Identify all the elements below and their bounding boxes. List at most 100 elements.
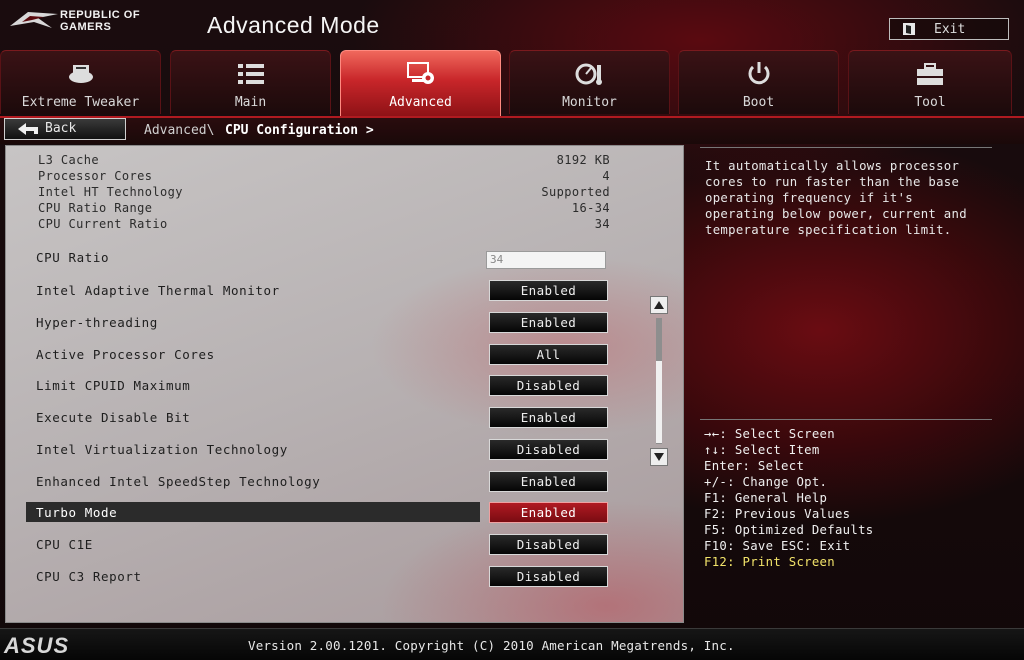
setting-label: Hyper-threading [36,315,158,330]
setting-label: CPU C1E [36,537,93,552]
tab-main[interactable]: Main [170,50,331,114]
tab-monitor[interactable]: Monitor [509,50,670,114]
info-row-cpu-current-ratio: CPU Current Ratio 34 [38,217,610,233]
key-hint: F2: Previous Values [704,507,851,521]
info-label: CPU Ratio Range [38,201,153,215]
setting-row: Limit CPUID Maximum Disabled [26,375,608,397]
triangle-down-icon [654,453,664,461]
setting-row: Enhanced Intel SpeedStep Technology Enab… [26,471,608,493]
setting-row: Execute Disable Bit Enabled [26,407,608,429]
tab-label: Boot [742,95,775,110]
key-hint: Enter: Select [704,459,805,473]
toolbox-icon [917,63,943,85]
brand-line-1: REPUBLIC OF [60,9,141,21]
key-hint: +/-: Change Opt. [704,475,828,489]
cpu-ratio-input[interactable]: 34 [486,251,606,269]
exit-door-icon [903,23,915,35]
setting-value-button[interactable]: Disabled [489,566,608,587]
setting-value-button[interactable]: Disabled [489,439,608,460]
page-title: Advanced Mode [207,12,380,38]
info-row-processor-cores: Processor Cores 4 [38,169,610,185]
setting-label: Enhanced Intel SpeedStep Technology [36,474,321,489]
setting-value-button[interactable]: Enabled [489,280,608,301]
key-hint-print-screen: F12: Print Screen [704,555,835,569]
tab-label: Monitor [562,95,617,110]
settings-panel: L3 Cache 8192 KB Processor Cores 4 Intel… [5,145,684,623]
setting-row: Active Processor Cores All [26,344,608,366]
advanced-settings-icon [406,62,434,84]
header-bar: REPUBLIC OF GAMERS Advanced Mode Exit [0,0,1024,46]
key-hint: →←: Select Screen [704,427,835,441]
tab-extreme-tweaker[interactable]: Extreme Tweaker [0,50,161,114]
info-label: Intel HT Technology [38,185,183,199]
help-panel: It automatically allows processor cores … [686,145,1008,623]
setting-value-button[interactable]: Enabled [489,471,608,492]
info-value: 4 [602,169,610,183]
setting-label: CPU C3 Report [36,569,142,584]
back-button[interactable]: Back [4,118,126,140]
info-label: L3 Cache [38,153,99,167]
setting-value-button[interactable]: Disabled [489,534,608,555]
tab-advanced[interactable]: Advanced [340,50,501,116]
info-label: Processor Cores [38,169,153,183]
tab-label: Advanced [389,95,452,110]
breadcrumb-current: CPU Configuration > [225,123,374,138]
setting-row: CPU C3 Report Disabled [26,566,608,588]
setting-row-selected[interactable]: Turbo Mode Enabled [26,502,608,524]
key-hint: F10: Save ESC: Exit [704,539,851,553]
back-label: Back [45,121,77,136]
asus-logo: ASUS [4,633,70,658]
setting-label: CPU Ratio [36,250,110,265]
info-value: 8192 KB [556,153,610,167]
setting-value-button[interactable]: Enabled [489,312,608,333]
setting-row: Intel Adaptive Thermal Monitor Enabled [26,280,608,302]
brand-line-2: GAMERS [60,21,112,33]
scrollbar-thumb[interactable] [656,361,662,443]
extreme-tweaker-icon [68,65,93,83]
info-value: 34 [594,217,610,231]
tab-label: Tool [914,95,946,110]
tab-tool[interactable]: Tool [848,50,1012,114]
key-hint: ↑↓: Select Item [704,443,820,457]
setting-label: Limit CPUID Maximum [36,378,191,393]
list-icon [237,64,264,84]
tab-boot[interactable]: Boot [678,50,839,114]
setting-label: Intel Virtualization Technology [36,442,288,457]
breadcrumb: Back Advanced\ CPU Configuration > [0,116,1024,144]
setting-label: Turbo Mode [36,505,118,520]
footer-bar: ASUS Version 2.00.1201. Copyright (C) 20… [0,628,1024,660]
version-text: Version 2.00.1201. Copyright (C) 2010 Am… [248,638,735,653]
breadcrumb-parent[interactable]: Advanced\ [144,123,214,138]
setting-value-button[interactable]: Enabled [489,407,608,428]
triangle-up-icon [654,301,664,309]
info-row-l3-cache: L3 Cache 8192 KB [38,153,610,169]
tab-label: Main [234,95,267,110]
divider [700,147,992,148]
setting-value-button[interactable]: Enabled [489,502,608,523]
scroll-down-button[interactable] [650,448,668,466]
scroll-up-button[interactable] [650,296,668,314]
help-description: It automatically allows processor cores … [705,159,967,237]
info-row-cpu-ratio-range: CPU Ratio Range 16-34 [38,201,610,217]
setting-value-button[interactable]: All [489,344,608,365]
back-arrow-icon [18,123,38,135]
info-row-ht-technology: Intel HT Technology Supported [38,185,610,201]
power-icon [748,62,769,85]
info-value: 16-34 [571,201,610,215]
bios-screen: REPUBLIC OF GAMERS Advanced Mode Exit Ex… [0,0,1024,660]
setting-label: Intel Adaptive Thermal Monitor [36,283,280,298]
setting-row: Intel Virtualization Technology Disabled [26,439,608,461]
key-hint: F5: Optimized Defaults [704,523,874,537]
rog-eye-logo-icon [10,12,58,28]
exit-button[interactable]: Exit [889,18,1009,40]
setting-row: CPU C1E Disabled [26,534,608,556]
info-value: Supported [541,185,610,199]
setting-label: Active Processor Cores [36,347,215,362]
setting-label: Execute Disable Bit [36,410,191,425]
info-label: CPU Current Ratio [38,217,168,231]
setting-value-button[interactable]: Disabled [489,375,608,396]
key-hint: F1: General Help [704,491,828,505]
exit-label: Exit [934,22,966,37]
divider [700,419,992,420]
rog-brand-text: REPUBLIC OF GAMERS [60,9,180,33]
